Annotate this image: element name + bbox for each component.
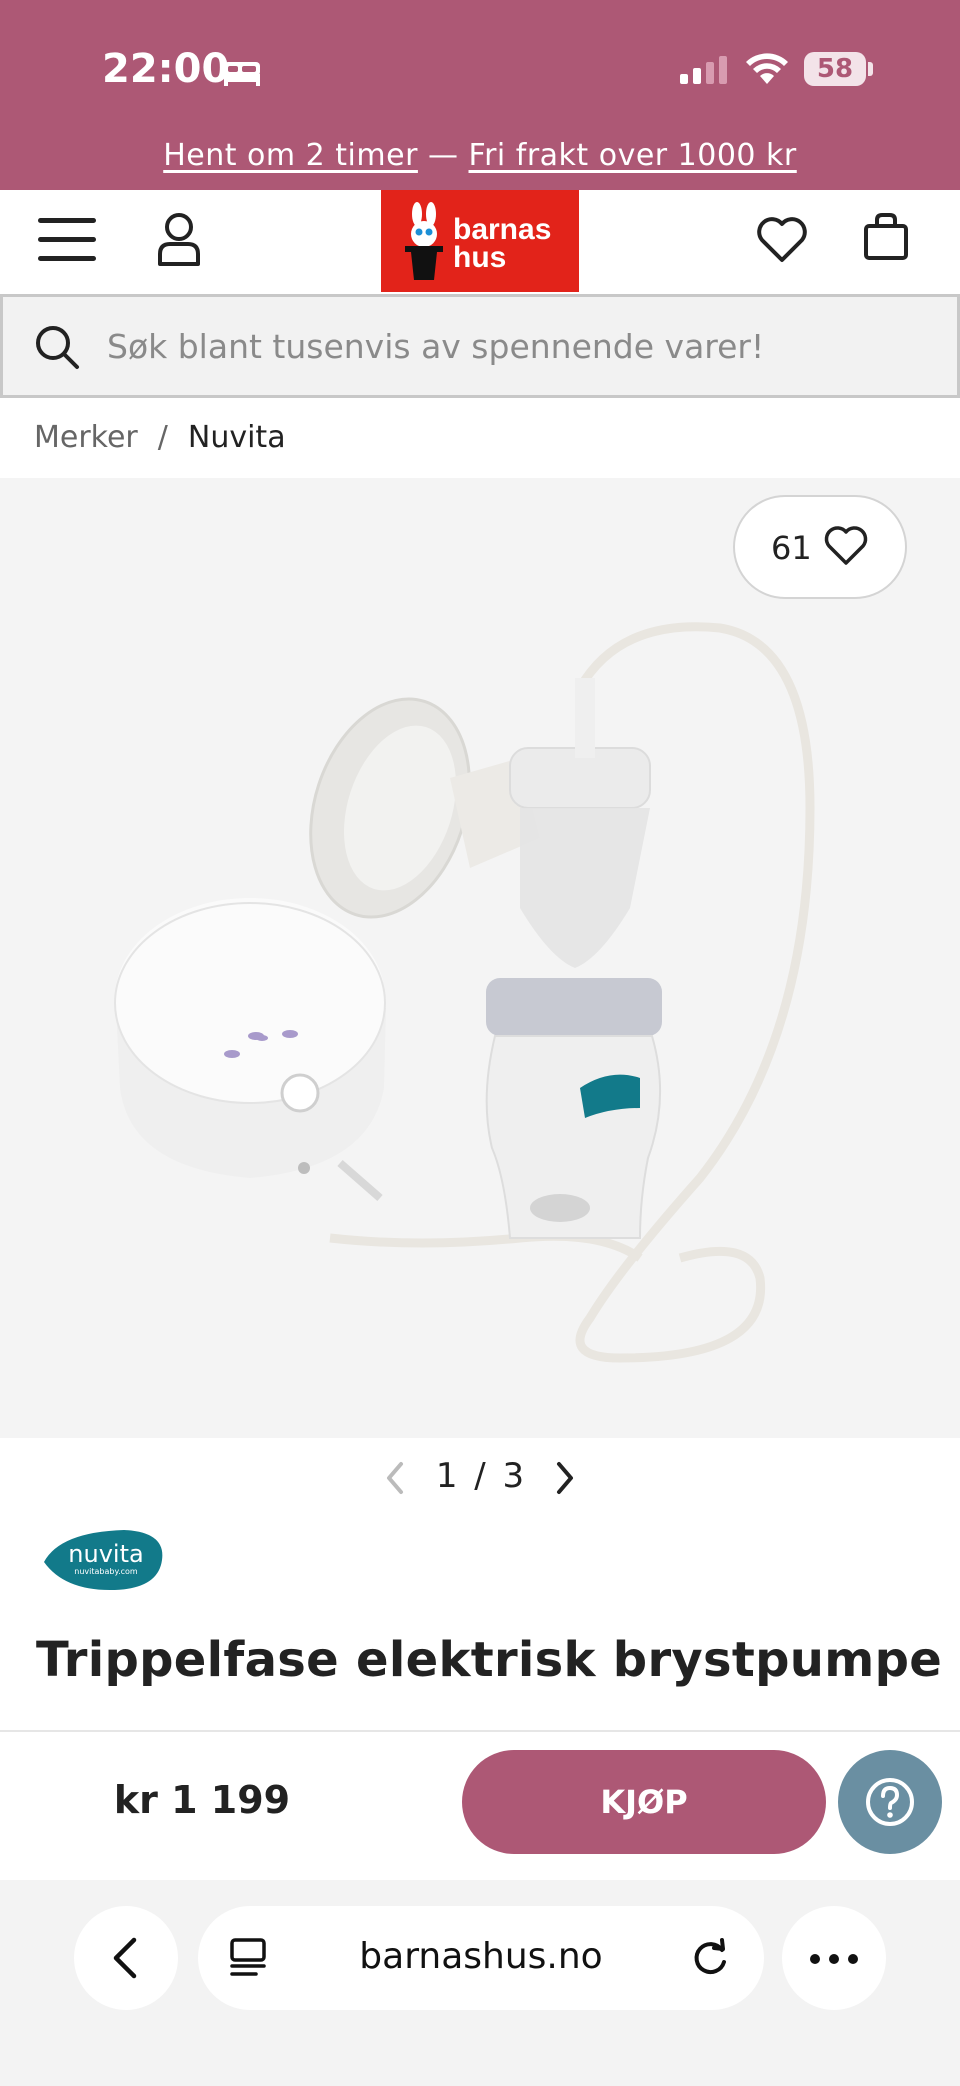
breadcrumb: Merker / Nuvita <box>34 420 286 455</box>
status-time: 22:00 <box>102 46 230 92</box>
hamburger-menu-icon[interactable] <box>38 218 96 264</box>
more-dot-icon <box>848 1954 858 1964</box>
help-button[interactable] <box>838 1750 942 1854</box>
breadcrumb-link-brands[interactable]: Merker <box>34 420 138 455</box>
site-header: barnas hus <box>0 190 960 292</box>
account-icon[interactable] <box>156 210 202 268</box>
battery-indicator: 58 <box>804 52 866 86</box>
breadcrumb-current[interactable]: Nuvita <box>188 420 286 455</box>
rabbit-hat-logo-icon <box>405 202 443 280</box>
favorite-count-button[interactable]: 61 <box>733 495 907 599</box>
heart-outline-icon <box>824 526 868 565</box>
wifi-icon <box>746 53 788 84</box>
gallery-index-separator: / <box>474 1456 486 1496</box>
wishlist-heart-icon[interactable] <box>756 216 808 264</box>
more-dot-icon <box>810 1954 820 1964</box>
battery-tip <box>868 62 873 76</box>
more-dot-icon <box>829 1954 839 1964</box>
browser-address-bar[interactable]: barnashus.no <box>198 1906 764 2010</box>
logo-line-2: hus <box>453 241 507 274</box>
promo-separator: — <box>427 138 459 173</box>
breadcrumb-separator: / <box>157 420 168 455</box>
product-title: Trippelfase elektrisk brystpumpe <box>36 1632 943 1688</box>
top-banner: 22:00 58 Hent om 2 timer — Fri frakt ove… <box>0 0 960 190</box>
sleep-mode-icon <box>224 62 260 86</box>
browser-url: barnashus.no <box>359 1936 603 1977</box>
browser-more-button[interactable] <box>782 1906 886 2010</box>
nuvita-logo-icon: nuvita nuvitababy.com <box>44 1530 163 1590</box>
gallery-total: 3 <box>502 1456 525 1496</box>
free-shipping-link[interactable]: Fri frakt over 1000 kr <box>469 138 797 173</box>
gallery-pager: 1 / 3 <box>0 1456 960 1496</box>
previous-image-chevron-icon[interactable] <box>381 1460 411 1496</box>
browser-back-button[interactable] <box>74 1906 178 2010</box>
nuvita-logo-subtext: nuvitababy.com <box>74 1567 138 1576</box>
product-price: kr 1 199 <box>113 1778 291 1822</box>
logo-line-1: barnas <box>453 213 552 246</box>
shopping-bag-icon[interactable] <box>862 212 910 262</box>
brand-logo-nuvita[interactable]: nuvita nuvitababy.com <box>40 1524 166 1598</box>
search-input[interactable] <box>107 323 907 369</box>
favorite-count: 61 <box>771 529 812 567</box>
search-bar[interactable] <box>0 294 960 398</box>
cellular-signal-icon <box>680 56 727 84</box>
pickup-link[interactable]: Hent om 2 timer <box>163 138 418 173</box>
product-image[interactable] <box>0 478 960 1438</box>
promo-banner: Hent om 2 timer — Fri frakt over 1000 kr <box>0 138 960 173</box>
divider <box>0 1730 960 1732</box>
question-mark-icon <box>866 1778 914 1826</box>
logo-text: barnas hus <box>453 213 552 274</box>
product-image-gallery[interactable] <box>0 478 960 1438</box>
next-image-chevron-icon[interactable] <box>549 1460 579 1496</box>
battery-level: 58 <box>816 54 854 84</box>
buy-button[interactable]: KJØP <box>462 1750 826 1854</box>
nuvita-logo-text: nuvita <box>68 1540 143 1568</box>
search-icon <box>36 326 79 369</box>
reload-icon[interactable] <box>688 1936 732 1980</box>
back-chevron-icon <box>113 1937 137 1979</box>
barnashus-logo[interactable]: barnas hus <box>381 190 579 292</box>
gallery-current-index: 1 <box>435 1456 458 1496</box>
